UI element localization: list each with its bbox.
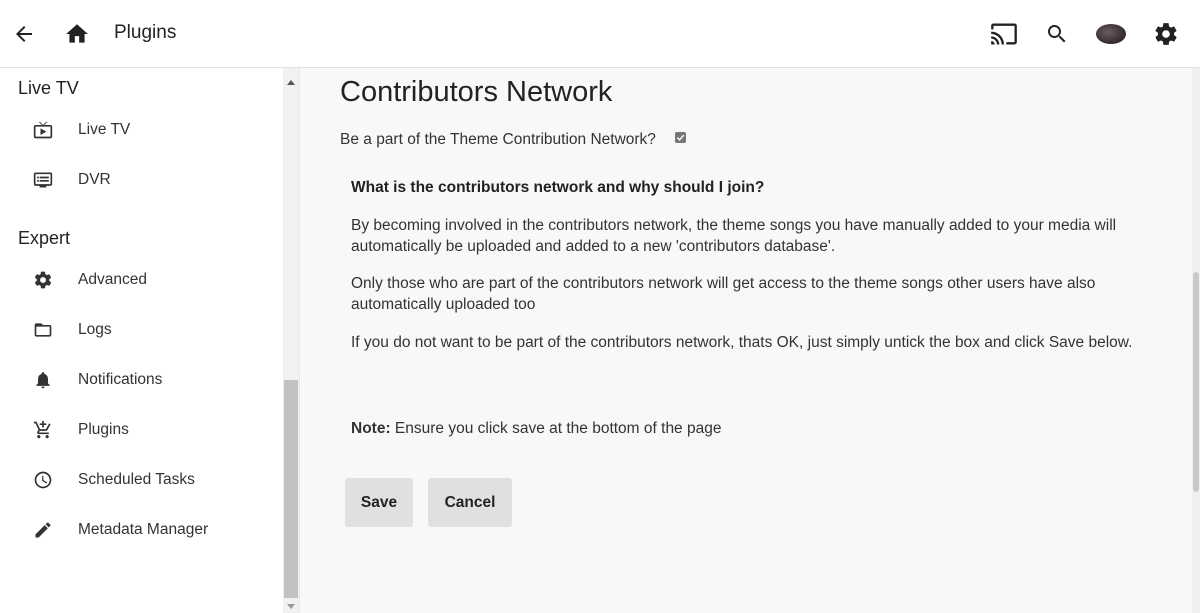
sidebar-scrollbar[interactable]	[283, 68, 299, 613]
sidebar-item-plugins[interactable]: Plugins	[0, 410, 282, 450]
clock-icon	[32, 469, 54, 491]
bell-icon	[32, 369, 54, 391]
sidebar-item-logs[interactable]: Logs	[0, 310, 282, 350]
folder-icon	[32, 319, 54, 341]
sidebar-item-metadata-manager[interactable]: Metadata Manager	[0, 510, 282, 550]
sidebar-item-label: Plugins	[78, 421, 129, 438]
sidebar-item-notifications[interactable]: Notifications	[0, 360, 282, 400]
sidebar-scrollbar-thumb[interactable]	[284, 380, 298, 598]
sidebar-item-label: DVR	[78, 171, 111, 188]
section-title: Contributors Network	[340, 76, 613, 108]
contribution-question-label: Be a part of the Theme Contribution Netw…	[340, 131, 656, 148]
save-button[interactable]: Save	[345, 478, 413, 527]
scroll-up-arrow-icon[interactable]	[287, 80, 295, 85]
scroll-down-arrow-icon[interactable]	[287, 604, 295, 609]
info-paragraph: By becoming involved in the contributors…	[351, 217, 1117, 255]
info-paragraph: Only those who are part of the contribut…	[351, 275, 1096, 313]
user-avatar[interactable]	[1096, 24, 1126, 44]
sidebar-item-label: Scheduled Tasks	[78, 471, 195, 488]
page-title: Plugins	[114, 22, 177, 43]
sidebar-item-label: Live TV	[78, 121, 131, 138]
gear-icon	[32, 269, 54, 291]
page-scrollbar-thumb[interactable]	[1193, 272, 1199, 492]
search-icon[interactable]	[1041, 18, 1073, 50]
settings-gear-icon[interactable]	[1150, 18, 1182, 50]
sidebar-item-scheduled-tasks[interactable]: Scheduled Tasks	[0, 460, 282, 500]
sidebar-item-advanced[interactable]: Advanced	[0, 260, 282, 300]
sidebar-item-live-tv[interactable]: Live TV	[0, 110, 282, 150]
sidebar-item-label: Advanced	[78, 271, 147, 288]
sidebar-item-label: Notifications	[78, 371, 163, 388]
checkmark-icon	[676, 134, 685, 141]
info-heading: What is the contributors network and why…	[351, 179, 765, 196]
pencil-icon	[32, 519, 54, 541]
cancel-button[interactable]: Cancel	[428, 478, 512, 527]
app-header: Plugins	[0, 0, 1200, 68]
sidebar-item-label: Metadata Manager	[78, 521, 209, 538]
sidebar-item-label: Logs	[78, 321, 112, 338]
contribution-checkbox[interactable]	[675, 132, 686, 143]
back-arrow-icon[interactable]	[8, 18, 40, 50]
page-scrollbar[interactable]	[1192, 68, 1200, 613]
sidebar-nav: Live TV Live TV DVR Expert Advanced Logs…	[0, 68, 300, 613]
dvr-icon	[32, 169, 54, 191]
sidebar-section-expert: Expert	[18, 228, 71, 248]
home-icon[interactable]	[61, 18, 93, 50]
live-tv-icon	[32, 119, 54, 141]
note-body: Ensure you click save at the bottom of t…	[390, 420, 722, 437]
info-paragraph: If you do not want to be part of the con…	[351, 334, 1133, 351]
sidebar-section-live-tv: Live TV	[18, 78, 79, 98]
sidebar-item-dvr[interactable]: DVR	[0, 160, 282, 200]
cart-icon	[32, 419, 54, 441]
note-text: Note: Ensure you click save at the botto…	[351, 418, 1171, 439]
note-label: Note:	[351, 420, 391, 437]
cast-icon[interactable]	[988, 18, 1020, 50]
